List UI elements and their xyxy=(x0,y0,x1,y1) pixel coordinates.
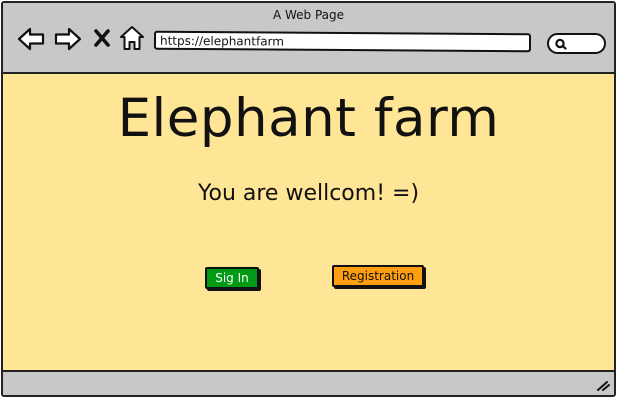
browser-toolbar: A Web Page xyxy=(3,3,614,74)
home-icon[interactable] xyxy=(119,25,145,52)
window-title: A Web Page xyxy=(272,8,345,22)
sign-in-button[interactable]: Sig In xyxy=(205,267,259,289)
resize-grip-icon[interactable] xyxy=(596,379,610,391)
registration-button[interactable]: Registration xyxy=(332,265,424,287)
forward-arrow-icon[interactable] xyxy=(53,26,83,52)
url-input[interactable] xyxy=(159,32,526,51)
search-icon xyxy=(555,38,567,50)
back-arrow-icon[interactable] xyxy=(16,26,46,52)
page-content: Elephant farm You are wellcom! =) Sig In… xyxy=(3,74,614,370)
welcome-message: You are wellcom! =) xyxy=(197,181,420,206)
browser-window: A Web Page Elephant farm You are wellcom… xyxy=(1,1,616,397)
address-bar[interactable] xyxy=(153,30,532,53)
status-bar xyxy=(3,370,614,395)
search-box[interactable] xyxy=(547,33,606,54)
close-x-icon[interactable] xyxy=(93,28,111,48)
page-title: Elephant farm xyxy=(117,88,500,149)
